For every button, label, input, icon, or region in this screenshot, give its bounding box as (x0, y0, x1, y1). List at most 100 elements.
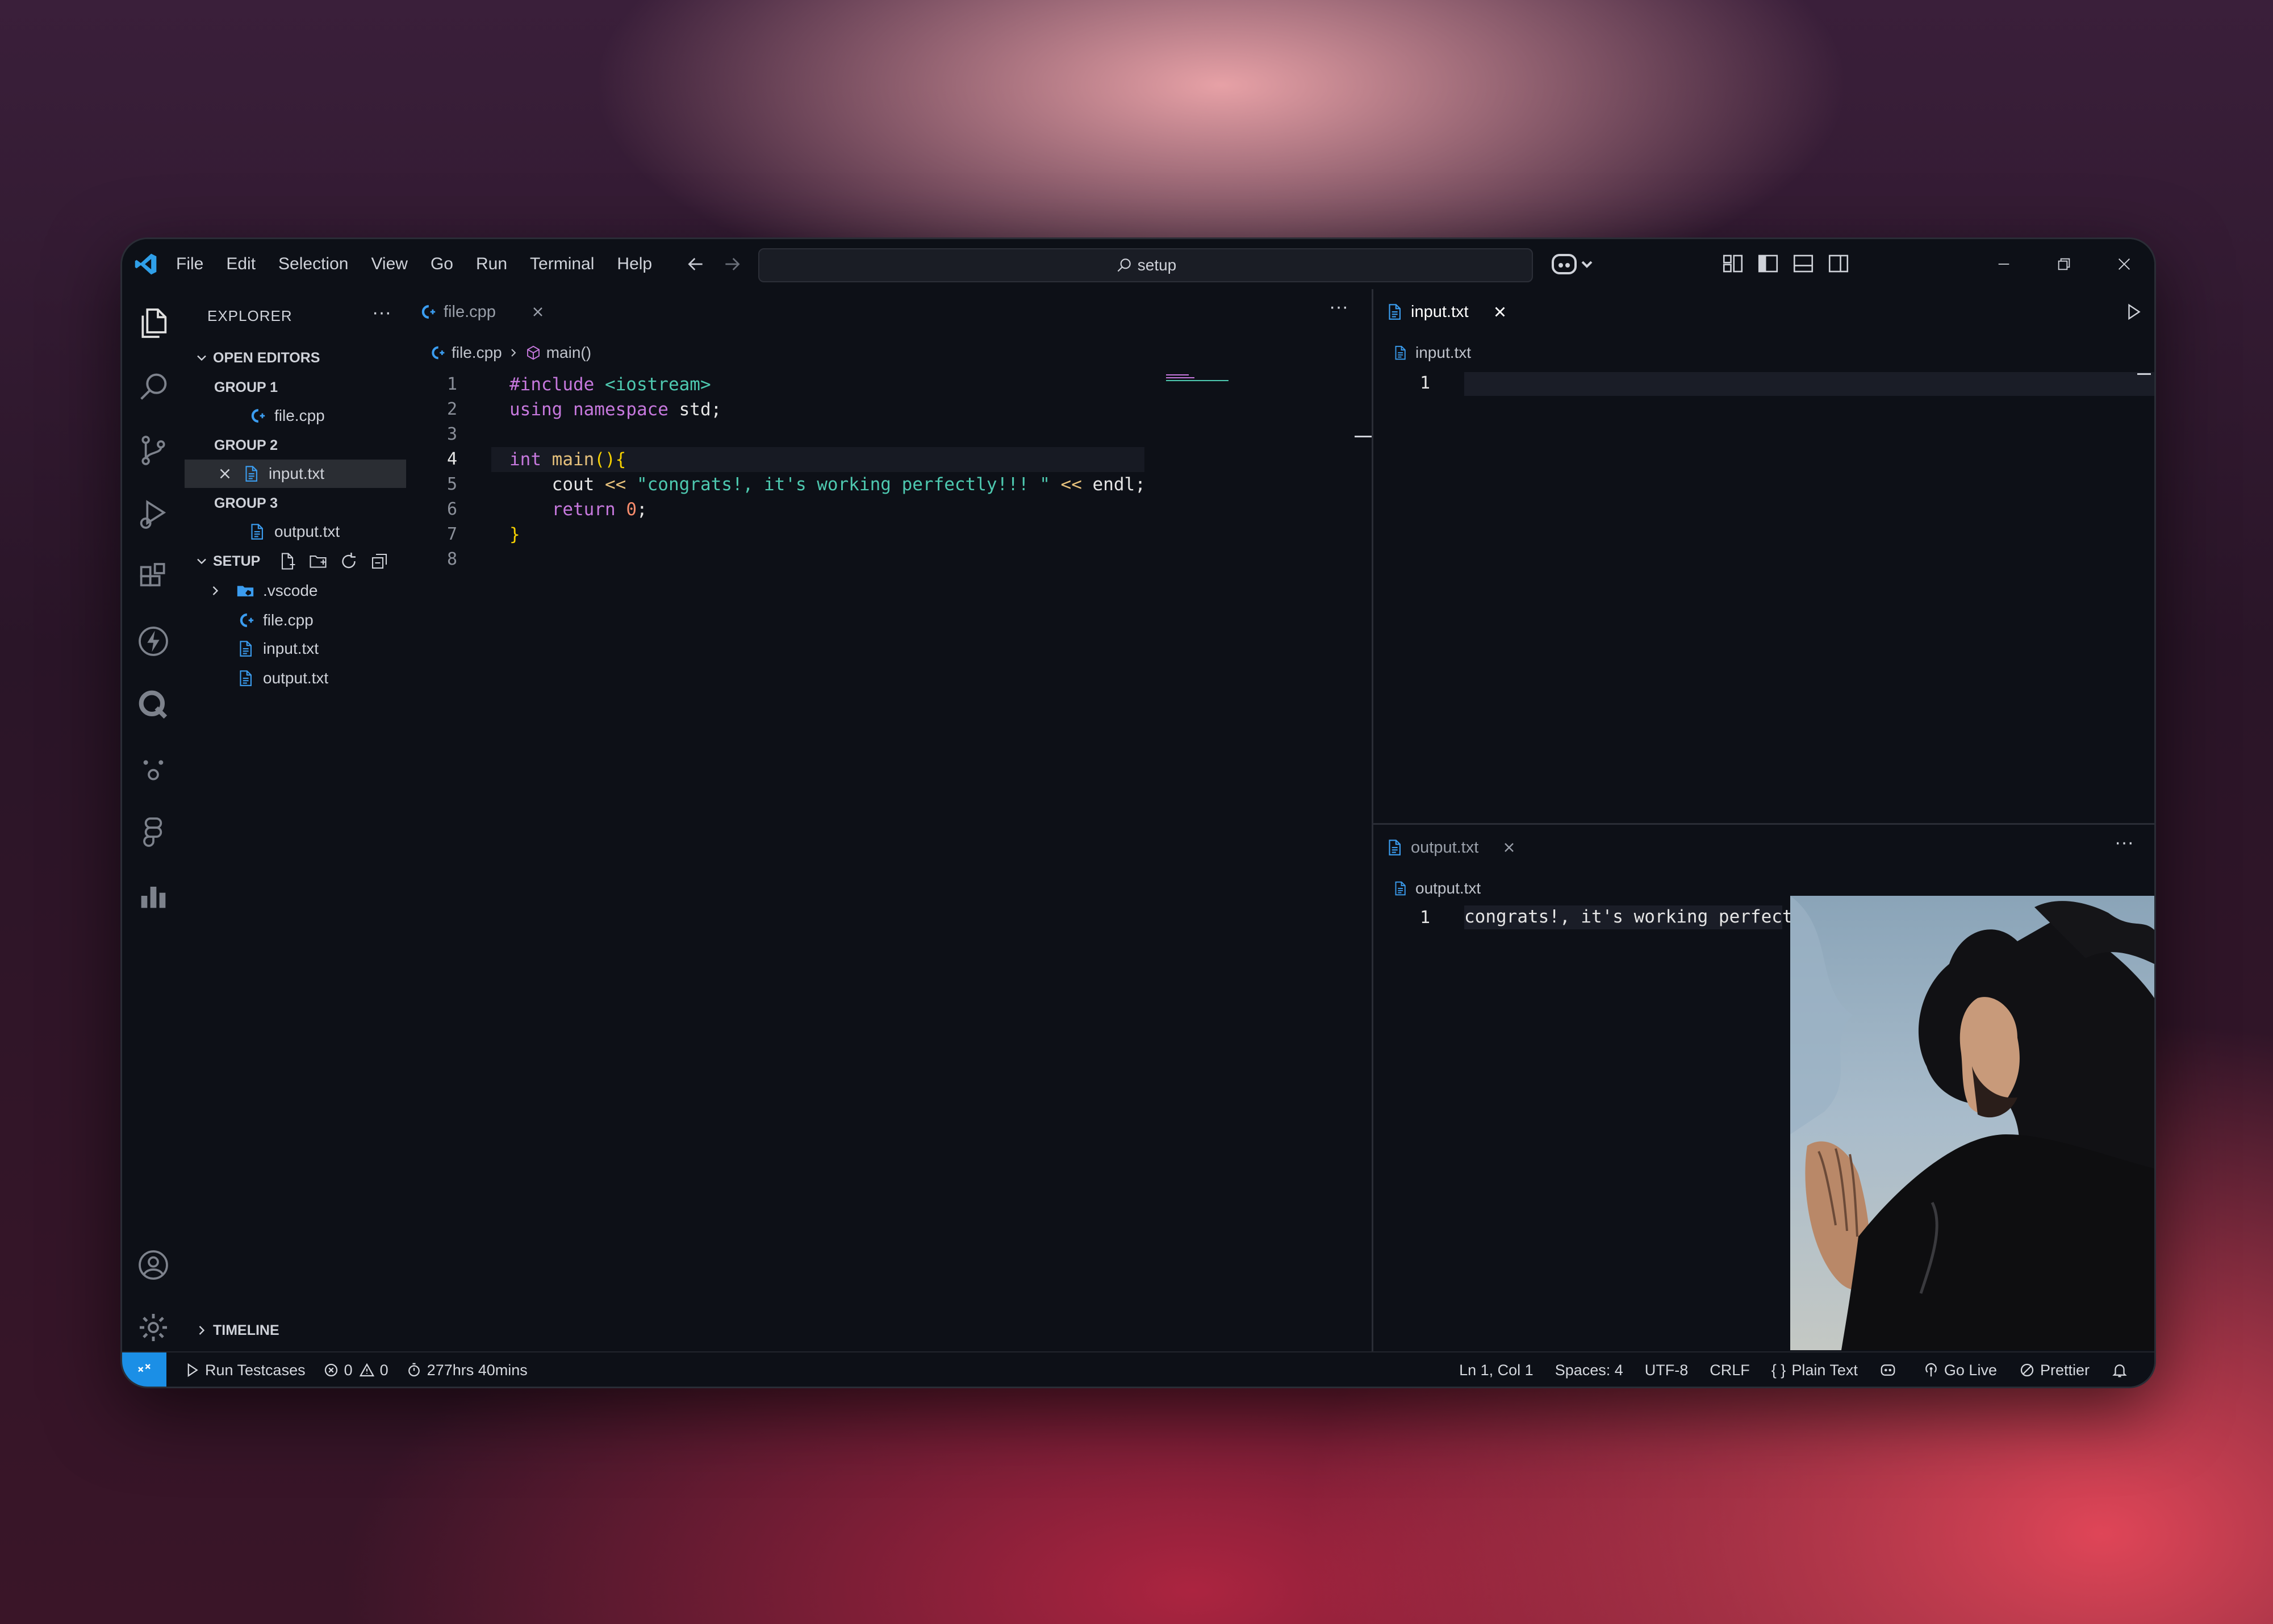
figma-icon[interactable] (135, 814, 172, 850)
menu-terminal[interactable]: Terminal (530, 254, 594, 274)
menu-go[interactable]: Go (431, 254, 453, 274)
line-number: 4 (446, 449, 457, 469)
folder-header[interactable]: SETUP (185, 547, 406, 575)
scrollbar-indicator[interactable] (1355, 436, 1372, 437)
open-editor-item[interactable]: output.txt (185, 517, 406, 546)
run-icon[interactable] (2123, 302, 2144, 322)
menu-help[interactable]: Help (617, 254, 652, 274)
timeline-header[interactable]: TIMELINE (185, 1316, 406, 1345)
text-file-icon (1395, 345, 1406, 360)
encoding-label: UTF-8 (1644, 1361, 1689, 1379)
collapse-all-icon[interactable] (369, 551, 390, 571)
group-header: GROUP 3 (185, 489, 406, 517)
gear-icon[interactable] (135, 1309, 172, 1346)
forward-arrow-icon[interactable] (721, 253, 743, 275)
tab-file-cpp[interactable]: file.cpp (417, 289, 546, 335)
breadcrumb-file[interactable]: input.txt (1415, 344, 1471, 362)
code-area[interactable]: #include <iostream> using namespace std;… (509, 374, 1146, 602)
bolt-icon[interactable] (135, 623, 172, 659)
command-center-search[interactable]: setup (758, 248, 1533, 282)
go-live-button[interactable]: Go Live (1923, 1362, 1997, 1379)
line-number: 1 (1419, 373, 1430, 393)
scrollbar-indicator[interactable] (2137, 373, 2151, 375)
indentation[interactable]: Spaces: 4 (1555, 1362, 1623, 1379)
menu-run[interactable]: Run (476, 254, 507, 274)
open-editor-item-selected[interactable]: input.txt (185, 460, 406, 488)
run-testcases-button[interactable]: Run Testcases (183, 1362, 306, 1379)
text-file-icon (251, 524, 263, 540)
chevron-down-icon (197, 355, 206, 361)
notifications-button[interactable] (2111, 1362, 2133, 1379)
new-folder-icon[interactable] (308, 551, 328, 571)
q-icon[interactable] (135, 687, 172, 723)
tab-input-txt[interactable]: input.txt (1385, 289, 1509, 335)
close-icon[interactable] (530, 304, 546, 320)
prettier-button[interactable]: Prettier (2019, 1362, 2090, 1379)
line-number: 5 (446, 474, 457, 494)
broadcast-icon (1925, 1363, 1937, 1377)
open-editors-header[interactable]: OPEN EDITORS (185, 344, 406, 372)
cursor-position[interactable]: Ln 1, Col 1 (1459, 1362, 1534, 1379)
chart-icon[interactable] (135, 878, 172, 914)
menu-selection[interactable]: Selection (278, 254, 348, 274)
minimap[interactable] (1166, 374, 1234, 387)
end-of-line[interactable]: CRLF (1710, 1362, 1750, 1379)
close-window-button[interactable] (2094, 239, 2154, 289)
vscode-folder-icon (237, 586, 254, 596)
cpp-file-icon (240, 613, 254, 628)
breadcrumb-file[interactable]: output.txt (1415, 879, 1481, 897)
tab-output-txt[interactable]: output.txt (1385, 825, 1517, 870)
back-arrow-icon[interactable] (684, 253, 707, 275)
copilot-icon[interactable] (1551, 252, 1596, 277)
toggle-primary-sidebar-icon[interactable] (1756, 252, 1780, 275)
menu-edit[interactable]: Edit (226, 254, 256, 274)
breadcrumb-symbol[interactable]: main() (546, 344, 591, 362)
output-content[interactable]: congrats!, it's working perfectly!!! (1464, 907, 1846, 927)
line-number: 7 (446, 524, 457, 544)
account-icon[interactable] (135, 1247, 172, 1283)
tree-file[interactable]: input.txt (185, 634, 406, 663)
close-icon[interactable] (216, 465, 233, 482)
menu-view[interactable]: View (371, 254, 407, 274)
new-file-icon[interactable] (277, 551, 298, 571)
close-icon[interactable] (1501, 840, 1517, 855)
menu-file[interactable]: File (176, 254, 203, 274)
remote-indicator[interactable] (122, 1352, 166, 1387)
close-icon (2119, 258, 2130, 270)
prettier-disabled-icon (2020, 1363, 2034, 1377)
tree-item-label: .vscode (263, 582, 318, 599)
encoding[interactable]: UTF-8 (1645, 1362, 1689, 1379)
restore-button[interactable] (2034, 239, 2094, 289)
timeline-label: TIMELINE (213, 1322, 279, 1338)
face-icon[interactable] (135, 750, 172, 787)
breadcrumb-file[interactable]: file.cpp (452, 344, 502, 362)
current-line-highlight[interactable] (1464, 372, 2154, 396)
problems-indicator[interactable]: 0 0 (323, 1362, 388, 1379)
tree-file[interactable]: output.txt (185, 664, 406, 692)
group-1-label: GROUP 1 (214, 379, 278, 395)
more-actions-icon[interactable]: ··· (1329, 296, 1348, 318)
cpp-file-icon (251, 408, 265, 423)
toggle-panel-icon[interactable] (1791, 252, 1815, 275)
customize-layout-icon[interactable] (1721, 252, 1745, 275)
run-debug-icon[interactable] (135, 496, 172, 532)
more-actions-icon[interactable]: ··· (2115, 832, 2134, 854)
copilot-status[interactable] (1879, 1362, 1901, 1379)
toggle-secondary-sidebar-icon[interactable] (1827, 252, 1850, 275)
minimize-button[interactable] (1974, 239, 2034, 289)
close-icon[interactable] (1491, 303, 1509, 320)
tree-file[interactable]: file.cpp (185, 606, 406, 634)
explorer-icon[interactable] (135, 305, 172, 341)
line-number: 6 (446, 499, 457, 519)
open-editor-item[interactable]: file.cpp (185, 402, 406, 430)
extensions-icon[interactable] (135, 560, 172, 596)
source-control-icon[interactable] (135, 432, 172, 469)
language-mode[interactable]: { } Plain Text (1771, 1362, 1858, 1379)
play-icon (187, 1363, 198, 1377)
tab-label: output.txt (1411, 838, 1479, 857)
time-tracker[interactable]: 277hrs 40mins (406, 1362, 528, 1379)
refresh-icon[interactable] (339, 551, 359, 571)
more-actions-icon[interactable]: ··· (372, 302, 391, 324)
search-icon[interactable] (135, 369, 172, 405)
tree-folder[interactable]: .vscode (185, 577, 406, 605)
